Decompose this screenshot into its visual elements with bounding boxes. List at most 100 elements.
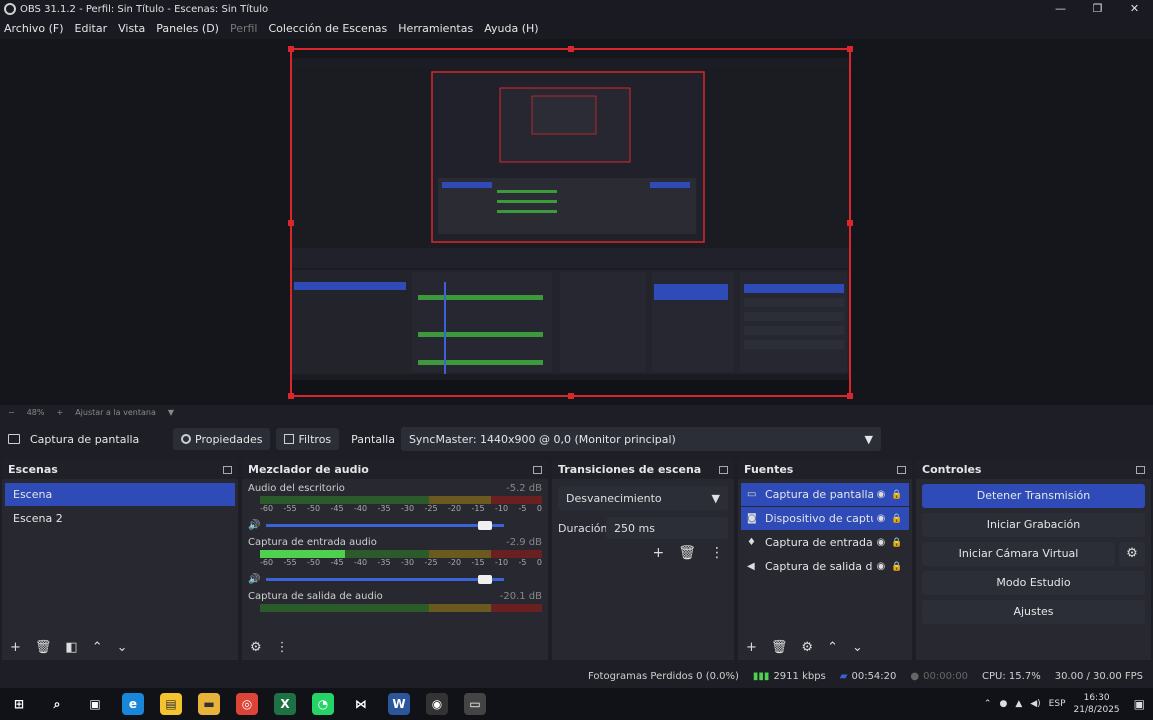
channel-db: -20.1 dB bbox=[499, 591, 542, 602]
search-icon[interactable]: ⌕ bbox=[46, 693, 68, 715]
minimize-button[interactable]: — bbox=[1042, 0, 1079, 18]
properties-button[interactable]: Propiedades bbox=[173, 428, 271, 450]
resize-handle[interactable] bbox=[288, 393, 294, 399]
excel-icon[interactable]: X bbox=[274, 693, 296, 715]
menu-editar[interactable]: Editar bbox=[75, 22, 108, 35]
chrome-icon[interactable]: ◎ bbox=[236, 693, 258, 715]
menu-coleccion-escenas[interactable]: Colección de Escenas bbox=[269, 22, 388, 35]
resize-handle[interactable] bbox=[288, 220, 294, 226]
menu-dots-icon[interactable]: ⋮ bbox=[276, 640, 289, 655]
filters-button[interactable]: Filtros bbox=[276, 428, 340, 450]
display-select[interactable]: SyncMaster: 1440x900 @ 0,0 (Monitor prin… bbox=[400, 427, 881, 451]
trash-icon[interactable]: 🗑 bbox=[771, 640, 788, 655]
menu-ayuda[interactable]: Ayuda (H) bbox=[484, 22, 538, 35]
lock-icon[interactable]: 🔒 bbox=[889, 538, 905, 548]
virtual-camera-settings-icon[interactable]: ⚙ bbox=[1119, 542, 1145, 566]
source-item[interactable]: ▭ Captura de pantalla ◉ 🔒 bbox=[741, 483, 909, 506]
maximize-button[interactable]: ❐ bbox=[1079, 0, 1116, 18]
speaker-icon[interactable]: 🔊 bbox=[248, 574, 260, 585]
obs-icon[interactable]: ◉ bbox=[426, 693, 448, 715]
undock-icon[interactable] bbox=[1136, 465, 1145, 474]
volume-slider[interactable] bbox=[266, 520, 504, 530]
resize-handle[interactable] bbox=[568, 46, 574, 52]
task-view-icon[interactable]: ▣ bbox=[84, 693, 106, 715]
move-up-icon[interactable]: ⌃ bbox=[92, 640, 103, 655]
transition-select[interactable]: Desvanecimiento ▼ bbox=[558, 486, 728, 510]
clock[interactable]: 16:30 21/8/2025 bbox=[1074, 692, 1120, 716]
eye-icon[interactable]: ◉ bbox=[873, 489, 889, 500]
menu-herramientas[interactable]: Herramientas bbox=[398, 22, 473, 35]
eye-icon[interactable]: ◉ bbox=[873, 537, 889, 548]
mic-tray-icon[interactable]: ● bbox=[999, 699, 1007, 709]
undock-icon[interactable] bbox=[897, 465, 906, 474]
resize-handle[interactable] bbox=[288, 46, 294, 52]
lock-icon[interactable]: 🔒 bbox=[889, 514, 905, 524]
filter-icon[interactable]: ◧ bbox=[65, 640, 77, 655]
advanced-audio-icon[interactable]: ⚙ bbox=[250, 640, 262, 655]
volume-slider[interactable] bbox=[266, 574, 504, 584]
capcut-icon[interactable]: ⋈ bbox=[350, 693, 372, 715]
zoom-dropdown-icon[interactable]: ▼ bbox=[168, 408, 174, 417]
volume-icon[interactable]: ◀) bbox=[1030, 699, 1040, 709]
resize-handle[interactable] bbox=[847, 46, 853, 52]
source-name: Captura de pantalla bbox=[765, 488, 873, 501]
duration-input[interactable]: 250 ms bbox=[606, 517, 728, 539]
close-button[interactable]: ✕ bbox=[1116, 0, 1153, 18]
menu-perfil[interactable]: Perfil bbox=[230, 22, 258, 35]
gear-icon[interactable]: ⚙ bbox=[801, 640, 813, 655]
scene-item[interactable]: Escena bbox=[5, 483, 235, 506]
resize-handle[interactable] bbox=[847, 220, 853, 226]
add-source-icon[interactable]: + bbox=[746, 640, 757, 655]
wifi-icon[interactable]: ▲ bbox=[1015, 699, 1022, 709]
source-item[interactable]: ◙ Dispositivo de captura ◉ 🔒 bbox=[741, 507, 909, 530]
add-transition-icon[interactable]: + bbox=[652, 545, 664, 561]
lock-icon[interactable]: 🔒 bbox=[889, 490, 905, 500]
resize-handle[interactable] bbox=[568, 393, 574, 399]
zoom-fit-button[interactable]: Ajustar a la ventana bbox=[75, 408, 156, 417]
undock-icon[interactable] bbox=[223, 465, 232, 474]
edge-icon[interactable]: e bbox=[122, 693, 144, 715]
menu-paneles[interactable]: Paneles (D) bbox=[156, 22, 219, 35]
lock-icon[interactable]: 🔒 bbox=[889, 562, 905, 572]
move-up-icon[interactable]: ⌃ bbox=[827, 640, 838, 655]
windows-start-icon[interactable]: ⊞ bbox=[8, 693, 30, 715]
resize-handle[interactable] bbox=[847, 393, 853, 399]
app-icon[interactable]: ▭ bbox=[464, 693, 486, 715]
eye-icon[interactable]: ◉ bbox=[873, 561, 889, 572]
notifications-icon[interactable]: ▣ bbox=[1134, 697, 1145, 711]
language-indicator[interactable]: ESP bbox=[1049, 699, 1066, 709]
source-item[interactable]: ♦ Captura de entrada a ◉ 🔒 bbox=[741, 531, 909, 554]
menu-vista[interactable]: Vista bbox=[118, 22, 145, 35]
add-scene-icon[interactable]: + bbox=[10, 640, 21, 655]
menu-dots-icon[interactable]: ⋮ bbox=[710, 545, 724, 561]
tray-chevron-icon[interactable]: ⌃ bbox=[984, 699, 992, 709]
undock-icon[interactable] bbox=[533, 465, 542, 474]
preview-source-frame[interactable] bbox=[288, 46, 853, 399]
move-down-icon[interactable]: ⌄ bbox=[117, 640, 128, 655]
zoom-in-button[interactable]: + bbox=[56, 408, 63, 417]
volume-knob[interactable] bbox=[478, 520, 493, 530]
menu-archivo[interactable]: Archivo (F) bbox=[4, 22, 64, 35]
scene-item[interactable]: Escena 2 bbox=[5, 507, 235, 530]
start-virtual-camera-button[interactable]: Iniciar Cámara Virtual bbox=[922, 542, 1115, 566]
start-recording-button[interactable]: Iniciar Grabación bbox=[922, 513, 1145, 537]
studio-mode-button[interactable]: Modo Estudio bbox=[922, 571, 1145, 595]
preview-area[interactable] bbox=[0, 39, 1153, 405]
speaker-icon[interactable]: 🔊 bbox=[248, 520, 260, 531]
store-icon[interactable]: ▤ bbox=[160, 693, 182, 715]
volume-knob[interactable] bbox=[478, 574, 493, 584]
source-item[interactable]: ◀ Captura de salida de a ◉ 🔒 bbox=[741, 555, 909, 578]
trash-icon[interactable]: 🗑 bbox=[35, 640, 52, 655]
meter-tick-label: -60 bbox=[260, 558, 274, 567]
undock-icon[interactable] bbox=[719, 465, 728, 474]
eye-icon[interactable]: ◉ bbox=[873, 513, 889, 524]
trash-icon[interactable]: 🗑 bbox=[678, 545, 696, 561]
settings-button[interactable]: Ajustes bbox=[922, 600, 1145, 624]
zoom-out-button[interactable]: − bbox=[8, 408, 15, 417]
whatsapp-icon[interactable]: ◔ bbox=[312, 693, 334, 715]
word-icon[interactable]: W bbox=[388, 693, 410, 715]
file-explorer-icon[interactable]: ▬ bbox=[198, 693, 220, 715]
stop-streaming-button[interactable]: Detener Transmisión bbox=[922, 484, 1145, 508]
move-down-icon[interactable]: ⌄ bbox=[852, 640, 863, 655]
meter-ticks: -60 -55 -50 -45 -40 -35 -30 -25 -20 -15 -10 -5 0 bbox=[260, 504, 542, 516]
